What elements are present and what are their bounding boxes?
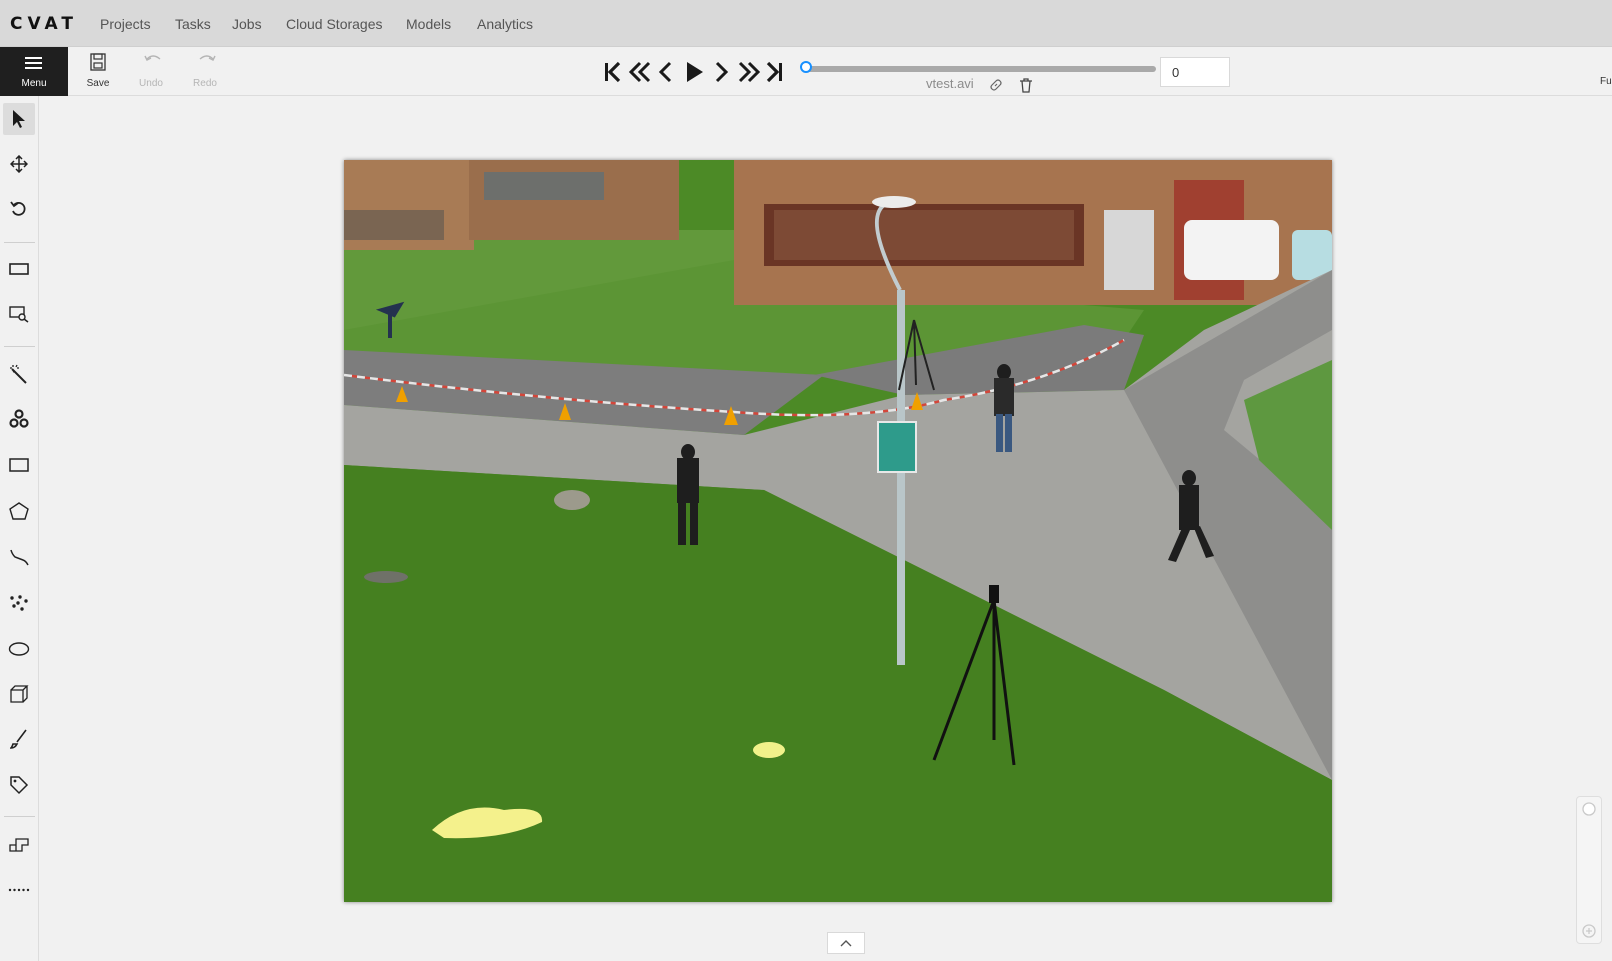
first-frame-icon[interactable]	[605, 61, 621, 83]
redo-label: Redo	[193, 78, 217, 89]
redo-icon	[199, 55, 216, 61]
player-controls	[605, 61, 782, 83]
rectangle-tool[interactable]	[3, 449, 35, 481]
forward-step-icon[interactable]	[738, 61, 761, 83]
polyline-tool[interactable]	[3, 541, 35, 573]
nav-tasks[interactable]: Tasks	[175, 16, 211, 32]
top-nav: CVAT Projects Tasks Jobs Cloud Storages …	[0, 0, 1612, 47]
last-frame-icon[interactable]	[766, 61, 782, 83]
play-icon[interactable]	[687, 62, 703, 82]
previous-frame-icon[interactable]	[658, 61, 672, 83]
zoom-region-icon	[9, 306, 29, 323]
sidebar-divider	[4, 816, 35, 817]
brush-icon	[10, 729, 27, 749]
redo-button[interactable]: Redo	[183, 47, 227, 96]
polygon-tool[interactable]	[3, 495, 35, 527]
annotation-canvas[interactable]	[344, 160, 1332, 902]
sidebar-divider	[4, 346, 35, 347]
tag-tool[interactable]	[3, 769, 35, 801]
undo-label: Undo	[139, 78, 163, 89]
nav-projects[interactable]: Projects	[100, 16, 151, 32]
polygon-icon	[9, 502, 29, 520]
save-label: Save	[86, 78, 110, 89]
split-icon	[9, 838, 29, 852]
back-step-icon[interactable]	[628, 61, 651, 83]
magic-wand-tool[interactable]	[3, 358, 35, 390]
ellipse-tool[interactable]	[3, 633, 35, 665]
more-icon	[8, 888, 30, 892]
fullscreen-label[interactable]: Fu	[1600, 76, 1612, 87]
opencv-icon	[9, 409, 29, 428]
magic-wand-icon	[10, 364, 27, 384]
cvat-logo[interactable]: CVAT	[10, 14, 78, 34]
controls-sidebar	[0, 96, 39, 961]
zoom-region-tool[interactable]	[3, 298, 35, 330]
filename-label: vtest.avi	[926, 76, 974, 91]
rectangle-icon	[9, 458, 29, 472]
polyline-icon	[10, 549, 29, 566]
move-tool[interactable]	[3, 148, 35, 180]
menu-button[interactable]: Menu	[0, 47, 68, 96]
undo-button[interactable]: Undo	[129, 47, 173, 96]
save-button[interactable]: Save	[76, 47, 120, 96]
cuboid-tool[interactable]	[3, 678, 35, 710]
points-icon	[10, 595, 28, 611]
fit-image-tool[interactable]	[3, 253, 35, 285]
cursor-icon	[13, 110, 25, 128]
chevron-up-icon	[840, 940, 852, 947]
nav-jobs[interactable]: Jobs	[232, 16, 262, 32]
delete-frame-icon[interactable]	[1019, 78, 1033, 93]
sidebar-divider	[4, 242, 35, 243]
more-tools[interactable]	[3, 874, 35, 906]
move-icon	[10, 155, 28, 173]
copy-link-icon[interactable]	[989, 78, 1003, 92]
frame-slider[interactable]	[804, 66, 1156, 72]
frame-slider-handle[interactable]	[800, 61, 812, 73]
frame-number-input[interactable]: 0	[1160, 57, 1230, 87]
zoom-slider-panel[interactable]	[1576, 796, 1602, 944]
rotate-icon	[10, 201, 26, 216]
brush-tool[interactable]	[3, 723, 35, 755]
nav-analytics[interactable]: Analytics	[477, 16, 533, 32]
video-frame-image[interactable]	[344, 160, 1332, 902]
expand-panel-button[interactable]	[827, 932, 865, 954]
undo-icon	[144, 55, 161, 61]
cursor-tool[interactable]	[3, 103, 35, 135]
opencv-tool[interactable]	[3, 403, 35, 435]
points-tool[interactable]	[3, 587, 35, 619]
menu-label: Menu	[21, 78, 47, 89]
split-tool[interactable]	[3, 829, 35, 861]
cuboid-icon	[10, 685, 29, 703]
tag-icon	[10, 776, 29, 795]
rotate-tool[interactable]	[3, 193, 35, 225]
save-icon	[90, 53, 106, 71]
hamburger-icon	[25, 57, 42, 72]
fit-image-icon	[9, 263, 29, 275]
zoom-slider-icons	[1582, 802, 1596, 938]
nav-models[interactable]: Models	[406, 16, 451, 32]
next-frame-icon[interactable]	[715, 61, 729, 83]
nav-cloud-storages[interactable]: Cloud Storages	[286, 16, 383, 32]
ellipse-icon	[8, 642, 30, 656]
